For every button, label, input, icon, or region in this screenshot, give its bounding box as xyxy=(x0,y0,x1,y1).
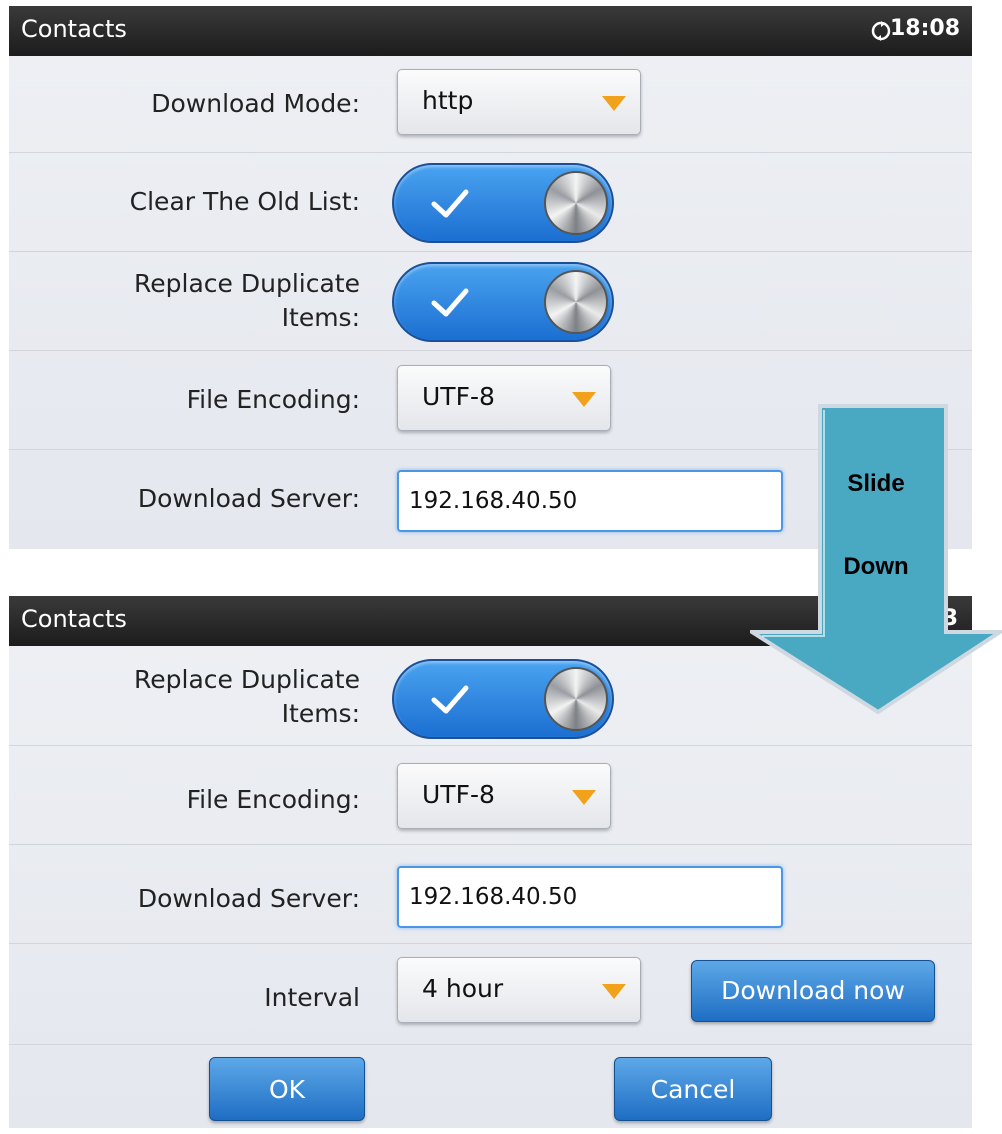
download-mode-row: Download Mode: http xyxy=(9,56,972,153)
file-encoding-value: UTF-8 xyxy=(422,780,495,809)
replace-duplicate-label-line1: Replace Duplicate xyxy=(134,269,360,298)
interval-row: Interval 4 hour Download now xyxy=(9,944,972,1045)
replace-duplicate-toggle[interactable] xyxy=(392,659,614,739)
replace-duplicate-label-line1: Replace Duplicate xyxy=(134,665,360,694)
file-encoding-row: File Encoding: UTF-8 xyxy=(9,746,972,845)
file-encoding-label: File Encoding: xyxy=(186,385,360,414)
cancel-button[interactable]: Cancel xyxy=(614,1057,772,1121)
replace-duplicate-toggle[interactable] xyxy=(392,262,614,342)
clear-old-list-row: Clear The Old List: xyxy=(9,153,972,252)
file-encoding-dropdown[interactable]: UTF-8 xyxy=(397,763,611,829)
download-server-label: Download Server: xyxy=(137,884,360,913)
replace-duplicate-label-line2: Items: xyxy=(281,699,360,728)
download-now-button[interactable]: Download now xyxy=(691,960,935,1022)
download-mode-label: Download Mode: xyxy=(151,89,360,118)
interval-dropdown[interactable]: 4 hour xyxy=(397,957,641,1023)
check-icon xyxy=(431,685,469,714)
download-server-value: 192.168.40.50 xyxy=(409,884,578,910)
download-server-input[interactable]: 192.168.40.50 xyxy=(397,470,783,532)
app-title: Contacts xyxy=(21,605,127,633)
chevron-down-icon xyxy=(572,790,596,805)
file-encoding-dropdown[interactable]: UTF-8 xyxy=(397,365,611,431)
dialog-actions: OK Cancel xyxy=(9,1045,972,1128)
download-server-input[interactable]: 192.168.40.50 xyxy=(397,866,783,928)
interval-value: 4 hour xyxy=(422,974,504,1003)
status-bar: Contacts 18:08 xyxy=(9,6,972,56)
overlay-slide-text: Slide xyxy=(847,470,905,497)
download-server-row: Download Server: 192.168.40.50 xyxy=(9,845,972,944)
overlay-down-text: Down xyxy=(843,553,909,580)
toggle-knob[interactable] xyxy=(544,270,608,334)
ok-button[interactable]: OK xyxy=(209,1057,365,1121)
clear-old-list-toggle[interactable] xyxy=(392,163,614,243)
chevron-down-icon xyxy=(602,96,626,111)
cancel-label: Cancel xyxy=(650,1075,736,1104)
file-encoding-label: File Encoding: xyxy=(186,785,360,814)
clear-old-list-label: Clear The Old List: xyxy=(129,187,360,216)
check-icon xyxy=(431,189,469,218)
sync-icon xyxy=(871,21,891,41)
ok-label: OK xyxy=(268,1075,306,1104)
clock: 18:08 xyxy=(889,16,960,41)
download-mode-dropdown[interactable]: http xyxy=(397,69,641,135)
file-encoding-value: UTF-8 xyxy=(422,382,495,411)
toggle-knob[interactable] xyxy=(544,171,608,235)
download-server-value: 192.168.40.50 xyxy=(409,488,578,514)
interval-label: Interval xyxy=(264,983,360,1012)
download-server-label: Download Server: xyxy=(137,484,360,513)
check-icon xyxy=(431,288,469,317)
app-title: Contacts xyxy=(21,15,127,43)
replace-duplicate-row: Replace Duplicate Items: xyxy=(9,252,972,351)
download-now-label: Download now xyxy=(721,976,905,1005)
chevron-down-icon xyxy=(602,984,626,999)
chevron-down-icon xyxy=(572,392,596,407)
download-mode-value: http xyxy=(422,86,474,115)
toggle-knob[interactable] xyxy=(544,667,608,731)
replace-duplicate-label-line2: Items: xyxy=(281,303,360,332)
